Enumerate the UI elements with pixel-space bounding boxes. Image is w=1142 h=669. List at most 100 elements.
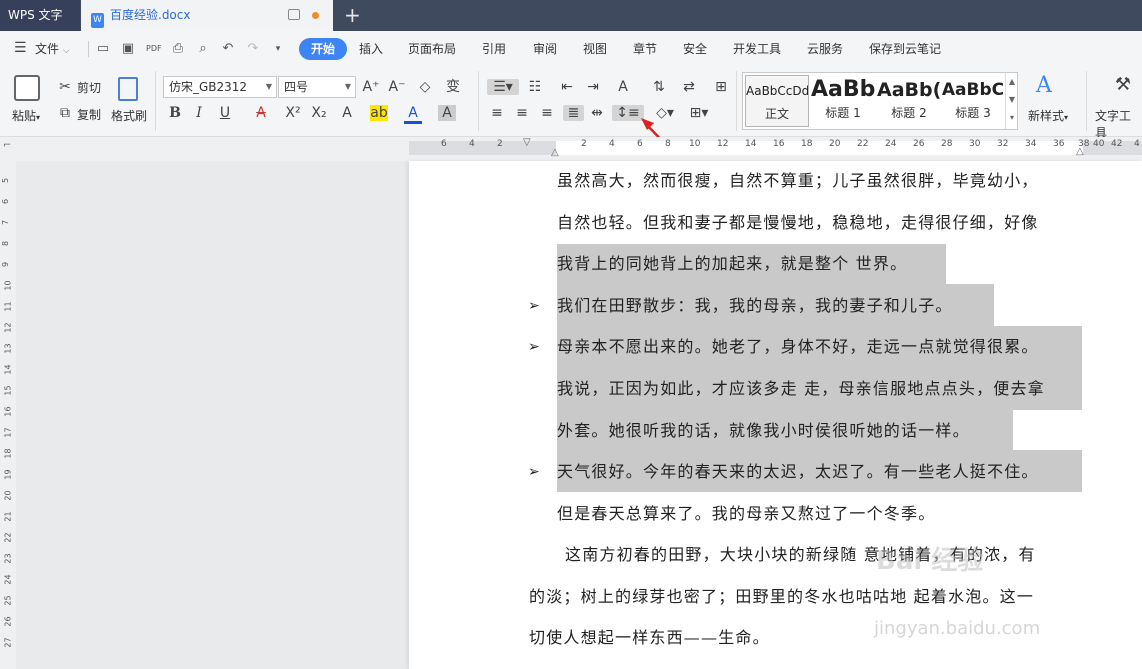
hanging-indent-marker[interactable]: △ bbox=[551, 147, 559, 158]
bullet-list-icon[interactable]: ☰▾ bbox=[487, 79, 519, 95]
tab-cloud-services[interactable]: 云服务 bbox=[807, 31, 843, 67]
new-tab-button[interactable]: + bbox=[344, 3, 361, 27]
subscript-icon[interactable]: X₂ bbox=[310, 105, 328, 121]
paste-icon[interactable] bbox=[14, 75, 40, 101]
table-icon[interactable]: ⊞ bbox=[712, 79, 730, 95]
style-normal[interactable]: AaBbCcDd 正文 bbox=[745, 75, 809, 127]
save-icon[interactable]: ▣ bbox=[121, 42, 135, 56]
paragraph-line[interactable]: 外套。她很听我的话，就像我小时侯很听她的话一样。 bbox=[557, 420, 970, 442]
align-left-icon[interactable]: ≡ bbox=[488, 105, 506, 121]
cut-button[interactable]: 剪切 bbox=[77, 79, 101, 96]
ruler-number: 4 bbox=[469, 139, 475, 149]
align-center-icon[interactable]: ≡ bbox=[513, 105, 531, 121]
list-item[interactable]: 母亲本不愿出来的。她老了，身体不好，走远一点就觉得很累。 bbox=[557, 336, 1039, 358]
print-preview-icon[interactable]: ⌕ bbox=[196, 42, 210, 56]
style-heading-1[interactable]: AaBb 标题 1 bbox=[811, 75, 875, 127]
app-menu-tab[interactable]: WPS 文字 bbox=[0, 0, 80, 31]
list-item[interactable]: 天气很好。今年的春天来的太迟，太迟了。有一些老人挺不住。 bbox=[557, 461, 1039, 483]
bullet-arrow-icon: ➢ bbox=[528, 339, 540, 355]
paragraph-line[interactable]: 自然也轻。但我和妻子都是慢慢地，稳稳地，走得很仔细，好像 bbox=[557, 212, 1039, 234]
watermark-url: jingyan.baidu.com bbox=[874, 618, 1041, 639]
copy-button[interactable]: 复制 bbox=[77, 106, 101, 123]
print-icon[interactable]: ⎙ bbox=[171, 42, 185, 56]
tab-stop-icon[interactable]: ⌐ bbox=[3, 140, 11, 151]
paragraph-line[interactable]: 我说，正因为如此，才应该多走 走，母亲信服地点点头，便去拿 bbox=[557, 378, 1045, 400]
new-style-button[interactable]: 新样式▾ bbox=[1028, 107, 1068, 124]
tab-insert[interactable]: 插入 bbox=[359, 31, 383, 67]
ruler-number: 4 bbox=[609, 139, 615, 149]
tab-developer-tools[interactable]: 开发工具 bbox=[733, 31, 781, 67]
chinese-layout-icon[interactable]: A bbox=[614, 79, 632, 95]
paste-button[interactable]: 粘贴▾ bbox=[12, 107, 40, 124]
tab-security[interactable]: 安全 bbox=[683, 31, 707, 67]
new-style-icon: A bbox=[1036, 73, 1052, 98]
char-shading-icon[interactable]: A bbox=[438, 105, 456, 121]
style-heading-3[interactable]: AaBbC 标题 3 bbox=[941, 75, 1005, 127]
open-folder-icon[interactable]: ▭ bbox=[96, 42, 110, 56]
tab-references[interactable]: 引用 bbox=[482, 31, 506, 67]
increase-indent-icon[interactable]: ⇥ bbox=[584, 79, 602, 95]
superscript-icon[interactable]: X² bbox=[284, 105, 302, 121]
ruler-number: 12 bbox=[3, 322, 13, 333]
style-scroll-icon[interactable]: ▲ ▼ ▾ bbox=[1005, 73, 1018, 129]
ruler-number: 4 bbox=[1134, 139, 1140, 149]
tab-view[interactable]: 视图 bbox=[583, 31, 607, 67]
italic-icon[interactable]: I bbox=[190, 105, 208, 121]
first-indent-marker[interactable]: ▽ bbox=[523, 137, 531, 148]
paragraph-line[interactable]: 切使人想起一样东西——生命。 bbox=[529, 627, 770, 649]
grow-font-icon[interactable]: A⁺ bbox=[362, 79, 380, 95]
show-hide-marks-icon[interactable]: ⇄ bbox=[680, 79, 698, 95]
chevron-down-icon: ▼ bbox=[344, 82, 351, 91]
file-menu-label: 文件 bbox=[35, 42, 60, 56]
tab-start[interactable]: 开始 bbox=[299, 38, 348, 60]
right-indent-marker[interactable]: △ bbox=[1076, 146, 1084, 157]
numbered-list-icon[interactable]: ☷ bbox=[524, 79, 546, 95]
file-menu[interactable]: 文件 ⌵ bbox=[35, 31, 70, 67]
undo-icon[interactable]: ↶ bbox=[221, 42, 235, 56]
list-item[interactable]: 我们在田野散步：我，我的母亲，我的妻子和儿子。 bbox=[557, 295, 953, 317]
paragraph-line[interactable]: 我背上的同她背上的加起来，就是整个 世界。 bbox=[557, 253, 907, 275]
strikethrough-icon[interactable]: A bbox=[252, 105, 270, 121]
ruler-number: 13 bbox=[3, 343, 13, 354]
sort-icon[interactable]: ⇅ bbox=[650, 79, 668, 95]
tab-page-layout[interactable]: 页面布局 bbox=[408, 31, 456, 67]
export-pdf-icon[interactable]: PDF bbox=[146, 42, 162, 56]
underline-icon[interactable]: U bbox=[216, 105, 234, 121]
font-size-select[interactable]: 四号 ▼ bbox=[278, 76, 356, 98]
hamburger-icon[interactable]: ☰ bbox=[14, 40, 27, 56]
customize-toolbar-icon[interactable]: ▾ bbox=[271, 42, 285, 56]
shrink-font-icon[interactable]: A⁻ bbox=[388, 79, 406, 95]
text-tools-button[interactable]: 文字工具 bbox=[1095, 107, 1142, 141]
ruler-number: 36 bbox=[1053, 139, 1065, 149]
vertical-ruler[interactable]: 5 6 7 8 9 10 11 12 13 14 15 16 17 18 19 … bbox=[0, 161, 16, 669]
distributed-align-icon[interactable]: ⇹ bbox=[588, 105, 606, 121]
paragraph-line[interactable]: 的淡；树上的绿芽也密了；田野里的冬水也咕咕地 起着水泡。这一 bbox=[529, 586, 1034, 608]
align-right-icon[interactable]: ≡ bbox=[538, 105, 556, 121]
decrease-indent-icon[interactable]: ⇤ bbox=[558, 79, 576, 95]
clear-format-icon[interactable]: ◇ bbox=[416, 79, 434, 95]
bullet-arrow-icon: ➢ bbox=[528, 298, 540, 314]
format-painter-button[interactable]: 格式刷 bbox=[111, 107, 147, 124]
paragraph-line[interactable]: 但是春天总算来了。我的母亲又熬过了一个冬季。 bbox=[557, 503, 935, 525]
redo-icon[interactable]: ↷ bbox=[246, 42, 260, 56]
font-color-icon[interactable]: A bbox=[404, 105, 422, 124]
bold-icon[interactable]: B bbox=[166, 105, 184, 121]
ruler-number: 10 bbox=[689, 139, 701, 149]
text-effect-icon[interactable]: A bbox=[338, 105, 356, 121]
tab-save-to-cloud-notes[interactable]: 保存到云笔记 bbox=[869, 31, 941, 67]
highlight-color-icon[interactable]: ab bbox=[370, 105, 388, 121]
ruler-number: 20 bbox=[3, 490, 13, 501]
tab-review[interactable]: 审阅 bbox=[533, 31, 557, 67]
font-name-select[interactable]: 仿宋_GB2312 ▼ bbox=[163, 76, 277, 98]
ruler-number: 2 bbox=[581, 139, 587, 149]
paragraph-line[interactable]: 虽然高大，然而很瘦，自然不算重；儿子虽然很胖，毕竟幼小， bbox=[557, 170, 1039, 192]
tab-chapter[interactable]: 章节 bbox=[633, 31, 657, 67]
justify-icon[interactable]: ≣ bbox=[563, 105, 584, 121]
horizontal-ruler[interactable]: ⌐ 6 4 2 2 4 6 8 10 12 14 16 18 20 22 24 … bbox=[0, 137, 1142, 161]
ruler-margin-left bbox=[409, 141, 556, 155]
borders-icon[interactable]: ⊞▾ bbox=[686, 105, 712, 121]
phonetic-guide-icon[interactable]: 变 bbox=[444, 79, 462, 95]
style-heading-2[interactable]: AaBb(标题 2 bbox=[877, 75, 941, 127]
format-painter-icon[interactable] bbox=[118, 77, 138, 101]
tab-window-icon[interactable] bbox=[288, 9, 300, 20]
